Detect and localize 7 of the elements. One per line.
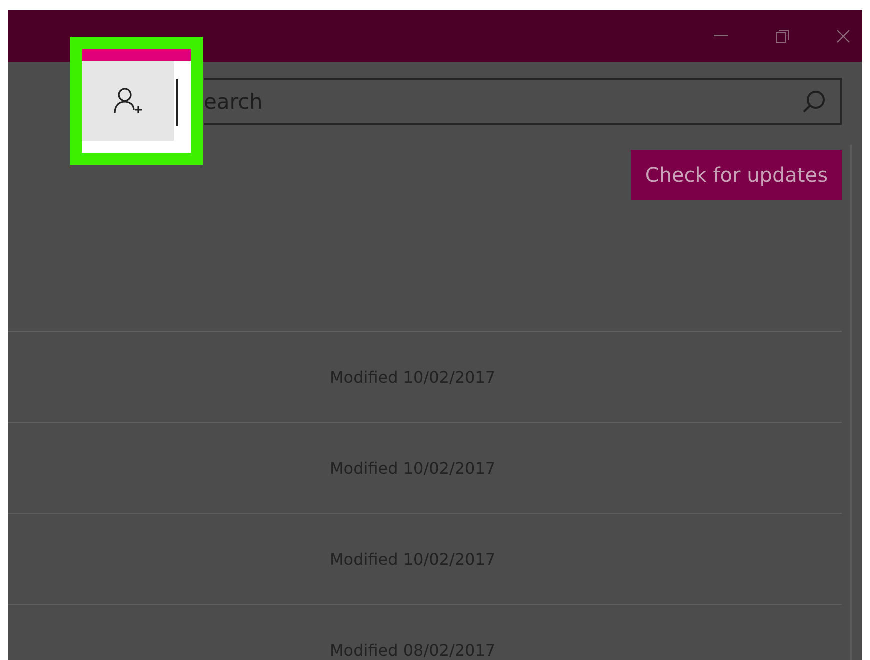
add-user-icon [113, 86, 143, 116]
close-icon[interactable] [837, 30, 850, 42]
minimize-icon[interactable] [714, 35, 728, 37]
restore-icon[interactable] [776, 30, 789, 42]
check-for-updates-button[interactable]: Check for updates [631, 150, 842, 200]
search-field-edge [176, 79, 178, 126]
search-icon [802, 90, 826, 114]
